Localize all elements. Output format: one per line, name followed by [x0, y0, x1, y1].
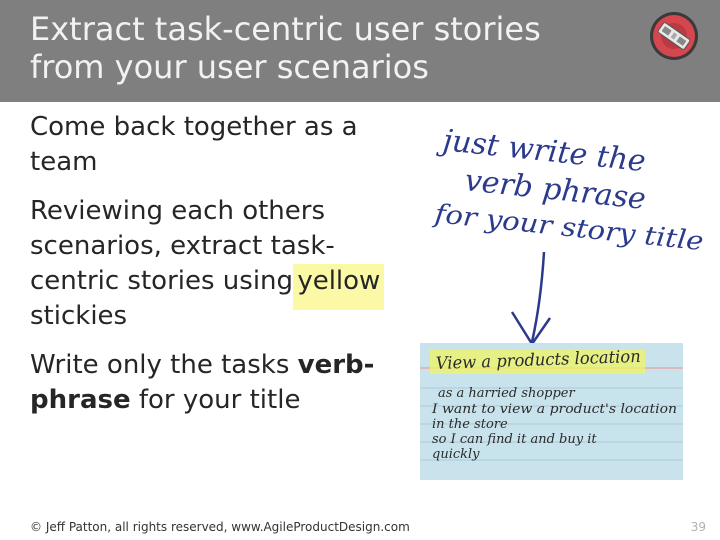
bullet-2-text-end: stickies	[30, 301, 128, 331]
bullet-item-3: Write only the tasks verb-phrase for you…	[30, 348, 390, 418]
footer-copyright: © Jeff Patton, all rights reserved, www.…	[30, 520, 410, 534]
arrow-head-icon	[510, 311, 552, 347]
slide-header: Extract task-centric user stories from y…	[0, 0, 720, 102]
bullet-2-text-start: Reviewing each others scenarios, extract…	[30, 196, 335, 296]
card-line-1: as a harried shopper	[438, 386, 576, 401]
card-line-3: in the store	[432, 417, 508, 432]
bullet-list: Come back together as a team Reviewing e…	[30, 110, 390, 432]
logo-icon	[650, 12, 698, 60]
card-line-2: I want to view a product's location	[431, 402, 677, 417]
bullet-item-2: Reviewing each others scenarios, extract…	[30, 194, 390, 334]
card-line-4: so I can find it and buy it	[432, 432, 597, 447]
slide-title: Extract task-centric user stories from y…	[30, 10, 630, 86]
card-line-5: quickly	[432, 447, 480, 462]
title-line-2: from your user scenarios	[30, 48, 429, 86]
page-number: 39	[690, 520, 706, 534]
bullet-1-text: Come back together as a team	[30, 112, 358, 177]
highlighted-word: yellow	[293, 264, 385, 310]
index-card: View a products location as a harried sh…	[420, 343, 683, 480]
bullet-item-1: Come back together as a team	[30, 110, 390, 180]
handwritten-illustration: just write the verb phrase for your stor…	[420, 123, 705, 480]
bullet-3-text-start: Write only the tasks	[30, 350, 298, 380]
bullet-3-text-end: for your title	[130, 385, 301, 415]
title-line-1: Extract task-centric user stories	[30, 10, 541, 48]
